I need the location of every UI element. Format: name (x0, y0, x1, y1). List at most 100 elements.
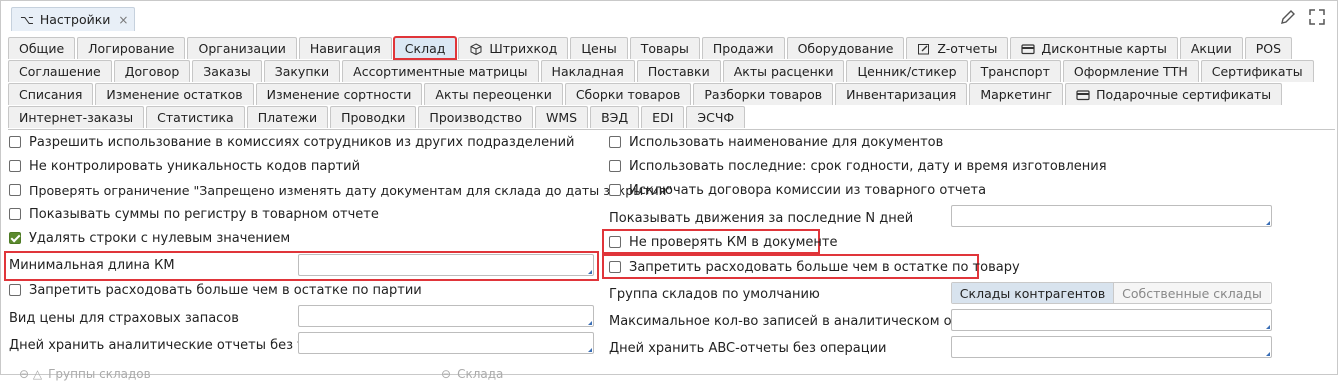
tab-label: Накладная (551, 64, 624, 79)
checkbox[interactable] (609, 160, 621, 172)
tab-contract[interactable]: Договор (113, 60, 191, 82)
tab-transport[interactable]: Транспорт (969, 60, 1061, 82)
max-records-input[interactable] (951, 309, 1272, 331)
tab-stock-changes[interactable]: Изменение остатков (95, 83, 254, 105)
row-no-km-check[interactable]: Не проверять КМ в документе (609, 231, 837, 253)
safety-stock-price-input[interactable] (298, 305, 594, 327)
collapse-icon: ⊖ (441, 367, 452, 381)
warehouse-section[interactable]: ⊖ Склада (441, 367, 503, 381)
tab-label: Заказы (203, 64, 251, 79)
row-delete-zero-rows[interactable]: Удалять строки с нулевым значением (9, 227, 290, 249)
tab-z-reports[interactable]: Z-отчеты (906, 37, 1009, 59)
tab-row-1: Общие Логирование Организации Навигация … (8, 36, 1294, 60)
tab-pos[interactable]: POS (1244, 37, 1293, 59)
tab-navigation[interactable]: Навигация (298, 37, 392, 59)
tab-price-tag[interactable]: Ценник/стикер (846, 60, 968, 82)
tab-label: Товары (640, 41, 689, 56)
tab-label: Акты переоценки (435, 87, 552, 102)
tab-logging[interactable]: Логирование (77, 37, 186, 59)
row-check-date-restriction[interactable]: Проверять ограничение "Запрещено изменят… (9, 179, 672, 201)
min-km-input[interactable] (298, 254, 594, 276)
tab-grade-changes[interactable]: Изменение сортности (255, 83, 423, 105)
warehouse-groups-section[interactable]: ⊖ △ Группы складов (19, 367, 151, 381)
tab-ved[interactable]: ВЭД (590, 106, 640, 128)
tab-revaluation-acts[interactable]: Акты переоценки (424, 83, 563, 105)
checkbox[interactable] (9, 184, 21, 196)
row-allow-commission[interactable]: Разрешить использование в комиссиях сотр… (9, 131, 574, 153)
tab-assortment-matrices[interactable]: Ассортиментные матрицы (342, 60, 539, 82)
row-show-register-sums[interactable]: Показывать суммы по регистру в товарном … (9, 203, 379, 225)
tab-payments[interactable]: Платежи (246, 106, 329, 128)
tab-organizations[interactable]: Организации (187, 37, 297, 59)
tab-row-3: Списания Изменение остатков Изменение со… (8, 83, 1284, 105)
tab-certificates[interactable]: Сертификаты (1200, 60, 1314, 82)
tab-label: Дисконтные карты (1041, 41, 1167, 56)
tab-inventory[interactable]: Инвентаризация (835, 83, 968, 105)
row-default-warehouse-group: Группа складов по умолчанию (609, 283, 820, 305)
checkbox-checked[interactable] (9, 232, 21, 244)
tab-wms[interactable]: WMS (535, 106, 589, 128)
row-use-doc-name[interactable]: Использовать наименование для документов (609, 131, 943, 153)
checkbox[interactable] (609, 184, 621, 196)
tab-prices[interactable]: Цены (570, 37, 628, 59)
tabs-divider (8, 129, 1335, 130)
tab-label: Разборки товаров (704, 87, 823, 102)
row-no-batch-uniqueness[interactable]: Не контролировать уникальность кодов пар… (9, 155, 360, 177)
tab-general[interactable]: Общие (8, 37, 76, 59)
tab-label: Соглашение (19, 64, 101, 79)
tab-label: Организации (198, 41, 286, 56)
row-use-last-expiry[interactable]: Использовать последние: срок годности, д… (609, 155, 1107, 177)
tab-deliveries[interactable]: Поставки (636, 60, 721, 82)
tab-internet-orders[interactable]: Интернет-заказы (8, 106, 145, 128)
checkbox[interactable] (9, 160, 21, 172)
tab-gift-certificates[interactable]: Подарочные сертификаты (1065, 83, 1283, 105)
keep-analytic-days-input[interactable] (298, 332, 594, 354)
tab-ttn[interactable]: Оформление ТТН (1062, 60, 1199, 82)
checkbox-label: Разрешить использование в комиссиях сотр… (29, 134, 575, 150)
checkbox[interactable] (9, 208, 21, 220)
tab-label: Интернет-заказы (19, 110, 134, 125)
tab-marketing[interactable]: Маркетинг (969, 83, 1064, 105)
tab-orders[interactable]: Заказы (192, 60, 262, 82)
tab-warehouse[interactable]: Склад (392, 36, 458, 60)
tab-disassembly[interactable]: Разборки товаров (693, 83, 834, 105)
checkbox[interactable] (9, 136, 21, 148)
checkbox[interactable] (609, 136, 621, 148)
tab-promotions[interactable]: Акции (1179, 37, 1243, 59)
tab-label: Продажи (712, 41, 774, 56)
tab-production[interactable]: Производство (418, 106, 533, 128)
tab-statistics[interactable]: Статистика (146, 106, 245, 128)
tab-sales[interactable]: Продажи (701, 37, 785, 59)
tab-purchases[interactable]: Закупки (263, 60, 341, 82)
tab-barcode[interactable]: Штрихкод (458, 37, 569, 59)
tab-invoice[interactable]: Накладная (540, 60, 635, 82)
close-icon[interactable]: × (118, 13, 128, 27)
checkbox[interactable] (609, 236, 621, 248)
tab-agreement[interactable]: Соглашение (8, 60, 112, 82)
tab-eschf[interactable]: ЭСЧФ (686, 106, 746, 128)
checkbox[interactable] (609, 261, 621, 273)
tab-assembly[interactable]: Сборки товаров (564, 83, 692, 105)
tab-pricing-acts[interactable]: Акты расценки (722, 60, 845, 82)
collapse-icon: ⊖ △ (19, 367, 43, 381)
edit-pencil-icon[interactable] (1278, 7, 1298, 27)
tab-goods[interactable]: Товары (629, 37, 700, 59)
tab-edi[interactable]: EDI (641, 106, 685, 128)
title-bar: ⌥ Настройки × (1, 1, 1337, 31)
tab-postings[interactable]: Проводки (330, 106, 417, 128)
row-forbid-over-batch[interactable]: Запретить расходовать больше чем в остат… (9, 279, 422, 301)
cube-icon (469, 42, 483, 55)
fullscreen-icon[interactable] (1307, 7, 1327, 27)
toggle-contractor-warehouses[interactable]: Склады контрагентов (952, 283, 1114, 303)
settings-tab[interactable]: ⌥ Настройки × (11, 7, 135, 31)
tab-label: Договор (124, 64, 180, 79)
row-exclude-commission[interactable]: Исключать договора комиссии из товарного… (609, 179, 986, 201)
abc-days-input[interactable] (951, 336, 1272, 358)
tab-write-offs[interactable]: Списания (8, 83, 94, 105)
tab-equipment[interactable]: Оборудование (786, 37, 905, 59)
last-n-days-input[interactable] (951, 205, 1272, 227)
toggle-own-warehouses[interactable]: Собственные склады (1114, 283, 1270, 303)
checkbox[interactable] (9, 284, 21, 296)
tab-discount-cards[interactable]: Дисконтные карты (1010, 37, 1178, 59)
row-forbid-over-goods[interactable]: Запретить расходовать больше чем в остат… (609, 256, 1020, 278)
